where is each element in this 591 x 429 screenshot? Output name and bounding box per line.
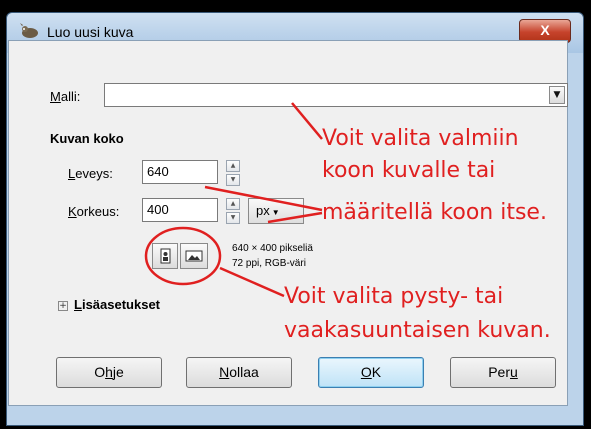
spin-up-icon[interactable]: ▲ <box>226 160 240 172</box>
annotation-top-line3: määritellä koon itse. <box>322 200 547 225</box>
landscape-icon <box>185 250 203 262</box>
advanced-options-expander[interactable]: Lisäasetukset <box>74 297 160 312</box>
template-combo[interactable]: ▼ <box>104 83 568 107</box>
spin-down-icon[interactable]: ▼ <box>226 174 240 186</box>
size-info-line2: 72 ppi, RGB-väri <box>232 258 306 269</box>
size-info-line1: 640 × 400 pikseliä <box>232 243 313 254</box>
height-input[interactable]: 400 <box>142 198 218 222</box>
height-label: Korkeus: <box>68 204 120 219</box>
portrait-button[interactable] <box>152 243 178 269</box>
portrait-icon <box>160 248 171 264</box>
template-label: Malli: <box>50 89 81 104</box>
annotation-bottom-line2: vaakasuuntaisen kuvan. <box>284 318 551 343</box>
wilber-app-icon <box>20 23 38 38</box>
annotation-bottom-line1: Voit valita pysty- tai <box>284 284 504 309</box>
image-size-heading: Kuvan koko <box>50 131 124 146</box>
height-stepper[interactable]: ▲ ▼ <box>226 198 240 224</box>
chevron-down-icon: ▼ <box>271 208 280 217</box>
cancel-button[interactable]: Peru <box>450 357 556 388</box>
landscape-button[interactable] <box>180 243 208 269</box>
reset-button[interactable]: Nollaa <box>186 357 292 388</box>
window-title: Luo uusi kuva <box>47 24 134 40</box>
width-input[interactable]: 640 <box>142 160 218 184</box>
chevron-down-icon[interactable]: ▼ <box>549 86 565 104</box>
spin-up-icon[interactable]: ▲ <box>226 198 240 210</box>
annotation-top-line2: koon kuvalle tai <box>322 158 496 183</box>
width-stepper[interactable]: ▲ ▼ <box>226 160 240 186</box>
annotation-top-line1: Voit valita valmiin <box>322 126 519 151</box>
help-button[interactable]: Ohje <box>56 357 162 388</box>
close-icon: X <box>540 22 550 38</box>
unit-dropdown[interactable]: px ▼ <box>248 198 304 224</box>
width-label: Leveys: <box>68 166 113 181</box>
plus-icon[interactable]: + <box>58 301 68 311</box>
spin-down-icon[interactable]: ▼ <box>226 212 240 224</box>
ok-button[interactable]: OK <box>318 357 424 388</box>
